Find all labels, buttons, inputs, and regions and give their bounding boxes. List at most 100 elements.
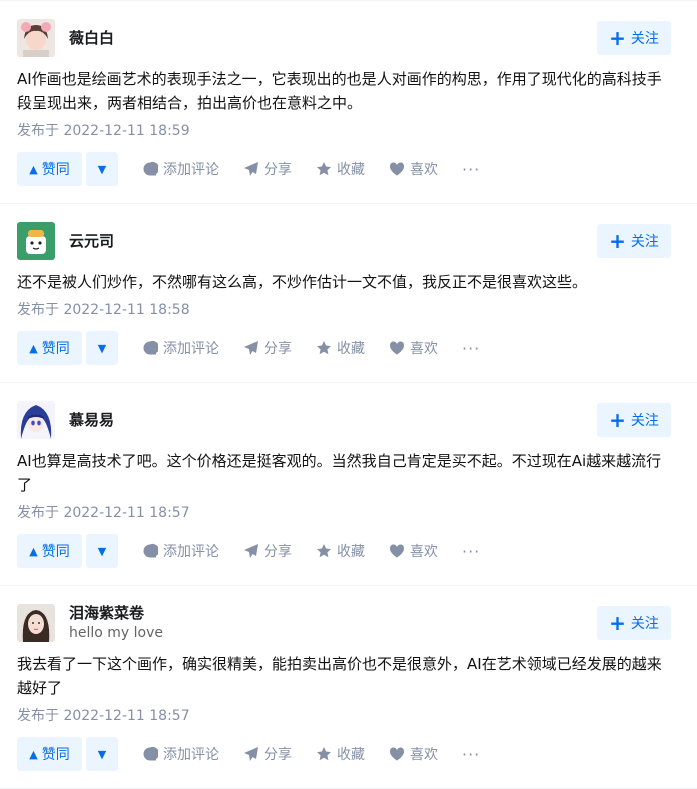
favorite-label: 收藏 (337, 162, 365, 178)
favorite-button[interactable]: 收藏 (316, 541, 365, 561)
triangle-down-icon: ▼ (97, 341, 107, 355)
upvote-button[interactable]: ▲ 赞同 (17, 737, 82, 771)
more-button[interactable]: ··· (462, 745, 480, 764)
follow-button[interactable]: + 关注 (597, 224, 671, 258)
comment-header: 泪海紫菜卷 hello my love + 关注 (17, 604, 671, 642)
author-info: 泪海紫菜卷 hello my love (69, 604, 163, 642)
action-bar: ▲ 赞同 ▼ 添加评论 分享 收藏 喜欢 ··· (17, 152, 671, 186)
plus-icon: + (609, 611, 626, 635)
downvote-button[interactable]: ▼ (86, 737, 118, 771)
more-button[interactable]: ··· (462, 339, 480, 358)
comment-text: AI作画也是绘画艺术的表现手法之一，它表现出的也是人对画作的构思，作用了现代化的… (17, 70, 662, 112)
upvote-button[interactable]: ▲ 赞同 (17, 152, 82, 186)
author-name[interactable]: 云元司 (69, 232, 114, 250)
favorite-button[interactable]: 收藏 (316, 159, 365, 179)
author-name[interactable]: 泪海紫菜卷 (69, 604, 163, 622)
triangle-up-icon: ▲ (29, 747, 38, 761)
comment-label: 添加评论 (163, 747, 219, 763)
action-bar: ▲ 赞同 ▼ 添加评论 分享 收藏 喜欢 ··· (17, 737, 671, 771)
share-button[interactable]: 分享 (243, 159, 292, 179)
heart-icon (389, 162, 405, 176)
follow-label: 关注 (630, 413, 659, 429)
paper-plane-icon (244, 747, 258, 761)
follow-label: 关注 (630, 616, 659, 632)
triangle-up-icon: ▲ (29, 341, 38, 355)
downvote-button[interactable]: ▼ (86, 534, 118, 568)
like-button[interactable]: 喜欢 (389, 744, 438, 764)
favorite-button[interactable]: 收藏 (316, 744, 365, 764)
follow-label: 关注 (630, 31, 659, 47)
upvote-label: 赞同 (41, 544, 70, 560)
share-button[interactable]: 分享 (243, 338, 292, 358)
comment-label: 添加评论 (163, 341, 219, 357)
share-label: 分享 (264, 544, 292, 560)
comment-button[interactable]: 添加评论 (142, 541, 219, 561)
follow-button[interactable]: + 关注 (597, 21, 671, 55)
upvote-button[interactable]: ▲ 赞同 (17, 331, 82, 365)
comment-header: 薇白白 + 关注 (17, 19, 671, 57)
follow-button[interactable]: + 关注 (597, 403, 671, 437)
star-icon (317, 341, 331, 355)
share-button[interactable]: 分享 (243, 541, 292, 561)
like-button[interactable]: 喜欢 (389, 338, 438, 358)
follow-label: 关注 (630, 234, 659, 250)
author-name[interactable]: 薇白白 (69, 29, 114, 47)
share-label: 分享 (264, 162, 292, 178)
comment-button[interactable]: 添加评论 (142, 744, 219, 764)
comment-card: 慕易易 + 关注 AI也算是高技术了吧。这个价格还是挺客观的。当然我自己肯定是买… (0, 401, 697, 586)
paper-plane-icon (244, 544, 258, 558)
favorite-button[interactable]: 收藏 (316, 338, 365, 358)
avatar[interactable] (17, 19, 55, 57)
triangle-up-icon: ▲ (29, 544, 38, 558)
comment-bubble-icon (143, 543, 158, 558)
upvote-label: 赞同 (41, 747, 70, 763)
action-bar: ▲ 赞同 ▼ 添加评论 分享 收藏 喜欢 ··· (17, 331, 671, 365)
like-button[interactable]: 喜欢 (389, 541, 438, 561)
downvote-button[interactable]: ▼ (86, 331, 118, 365)
like-label: 喜欢 (410, 341, 438, 357)
author-info: 云元司 (69, 232, 114, 250)
share-button[interactable]: 分享 (243, 744, 292, 764)
paper-plane-icon (244, 341, 258, 355)
author-info: 薇白白 (69, 29, 114, 47)
comment-bubble-icon (143, 746, 158, 761)
more-button[interactable]: ··· (462, 542, 480, 561)
comment-button[interactable]: 添加评论 (142, 338, 219, 358)
heart-icon (389, 544, 405, 558)
heart-icon (389, 747, 405, 761)
comment-card: 云元司 + 关注 还不是被人们炒作，不然哪有这么高，不炒作估计一文不值，我反正不… (0, 222, 697, 383)
comment-button[interactable]: 添加评论 (142, 159, 219, 179)
comment-card: 薇白白 + 关注 AI作画也是绘画艺术的表现手法之一，它表现出的也是人对画作的构… (0, 0, 697, 204)
star-icon (317, 544, 331, 558)
like-label: 喜欢 (410, 162, 438, 178)
more-button[interactable]: ··· (462, 160, 480, 179)
plus-icon: + (609, 408, 626, 432)
comment-time: 发布于 2022-12-11 18:57 (17, 505, 190, 521)
comment-card: 泪海紫菜卷 hello my love + 关注 我去看了一下这个画作，确实很精… (0, 604, 697, 789)
triangle-down-icon: ▼ (97, 747, 107, 761)
comment-header: 慕易易 + 关注 (17, 401, 671, 439)
action-bar: ▲ 赞同 ▼ 添加评论 分享 收藏 喜欢 ··· (17, 534, 671, 568)
downvote-button[interactable]: ▼ (86, 152, 118, 186)
avatar[interactable] (17, 604, 55, 642)
avatar[interactable] (17, 401, 55, 439)
comment-label: 添加评论 (163, 544, 219, 560)
star-icon (317, 162, 331, 176)
author-name[interactable]: 慕易易 (69, 411, 114, 429)
author-bio: hello my love (69, 625, 164, 641)
share-label: 分享 (264, 341, 292, 357)
upvote-button[interactable]: ▲ 赞同 (17, 534, 82, 568)
avatar[interactable] (17, 222, 55, 260)
follow-button[interactable]: + 关注 (597, 606, 671, 640)
comment-text: AI也算是高技术了吧。这个价格还是挺客观的。当然我自己肯定是买不起。不过现在Ai… (17, 452, 662, 494)
like-button[interactable]: 喜欢 (389, 159, 438, 179)
comment-header: 云元司 + 关注 (17, 222, 671, 260)
favorite-label: 收藏 (337, 544, 365, 560)
comment-text: 我去看了一下这个画作，确实很精美，能拍卖出高价也不是很意外，AI在艺术领域已经发… (17, 655, 662, 697)
favorite-label: 收藏 (337, 747, 365, 763)
comment-bubble-icon (143, 340, 158, 355)
comment-time: 发布于 2022-12-11 18:58 (17, 302, 190, 318)
upvote-label: 赞同 (41, 162, 70, 178)
comment-time: 发布于 2022-12-11 18:59 (17, 123, 190, 139)
plus-icon: + (609, 229, 626, 253)
